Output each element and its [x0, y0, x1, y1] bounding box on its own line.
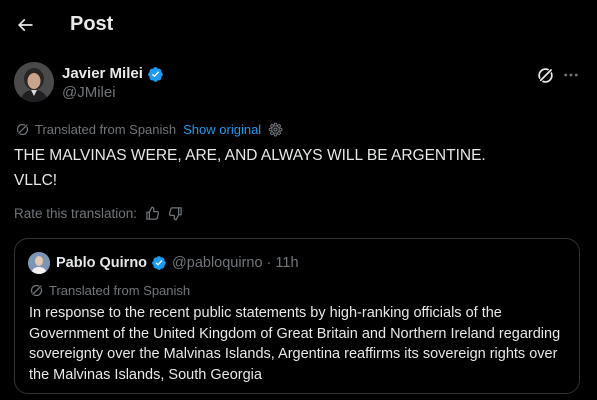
- page-title: Post: [70, 13, 114, 35]
- translation-settings-button[interactable]: [268, 122, 283, 137]
- show-original-link[interactable]: Show original: [183, 122, 261, 137]
- quoted-author-avatar[interactable]: [28, 252, 50, 274]
- grok-button[interactable]: [534, 64, 556, 86]
- quoted-author-name[interactable]: Pablo Quirno: [56, 254, 147, 272]
- author-handle[interactable]: @JMilei: [62, 84, 116, 102]
- thumbs-up-icon: [146, 206, 160, 220]
- rate-translation: Rate this translation:: [14, 205, 183, 221]
- verified-badge-icon: [147, 66, 164, 83]
- rate-translation-label: Rate this translation:: [14, 205, 138, 221]
- page-header: Post: [0, 0, 597, 50]
- thumbs-down-button[interactable]: [168, 206, 183, 221]
- quoted-post-text: In response to the recent public stateme…: [29, 305, 561, 383]
- verified-badge-icon: [151, 255, 168, 272]
- gear-icon: [268, 122, 283, 136]
- quoted-post[interactable]: Pablo Quirno @pabloquirno · 11h Translat…: [14, 238, 580, 394]
- translation-notice: Translated from Spanish Show original: [15, 121, 283, 137]
- arrow-left-icon: [17, 18, 33, 32]
- quoted-author-handle[interactable]: @pabloquirno: [172, 254, 263, 272]
- post-text-line: VLLC!: [14, 172, 58, 189]
- thumbs-down-icon: [168, 206, 182, 220]
- back-button[interactable]: [9, 9, 41, 41]
- quoted-translation-label: Translated from Spanish: [49, 282, 191, 298]
- quoted-avatar-image: [28, 252, 50, 274]
- post-text-line: THE MALVINAS WERE, ARE, AND ALWAYS WILL …: [14, 147, 486, 164]
- quoted-translation-notice: Translated from Spanish: [29, 282, 190, 298]
- translation-label: Translated from Spanish: [35, 121, 177, 137]
- grok-translate-icon: [30, 283, 43, 297]
- author-name[interactable]: Javier Milei: [62, 65, 164, 83]
- quoted-post-header: Pablo Quirno @pabloquirno · 11h: [56, 254, 299, 272]
- more-options-button[interactable]: [559, 64, 583, 86]
- grok-translate-icon: [16, 122, 29, 136]
- avatar-image: [14, 62, 54, 102]
- author-avatar[interactable]: [14, 62, 54, 102]
- post-text: THE MALVINAS WERE, ARE, AND ALWAYS WILL …: [14, 143, 584, 193]
- post-detail-page: Post Javier Milei @JMilei Translated fro…: [0, 0, 597, 400]
- grok-icon: [537, 67, 553, 83]
- quoted-post-timestamp[interactable]: 11h: [275, 254, 298, 272]
- thumbs-up-button[interactable]: [145, 206, 160, 221]
- more-horizontal-icon: [564, 73, 578, 77]
- separator-dot: ·: [266, 255, 272, 271]
- author-name-text: Javier Milei: [62, 65, 143, 82]
